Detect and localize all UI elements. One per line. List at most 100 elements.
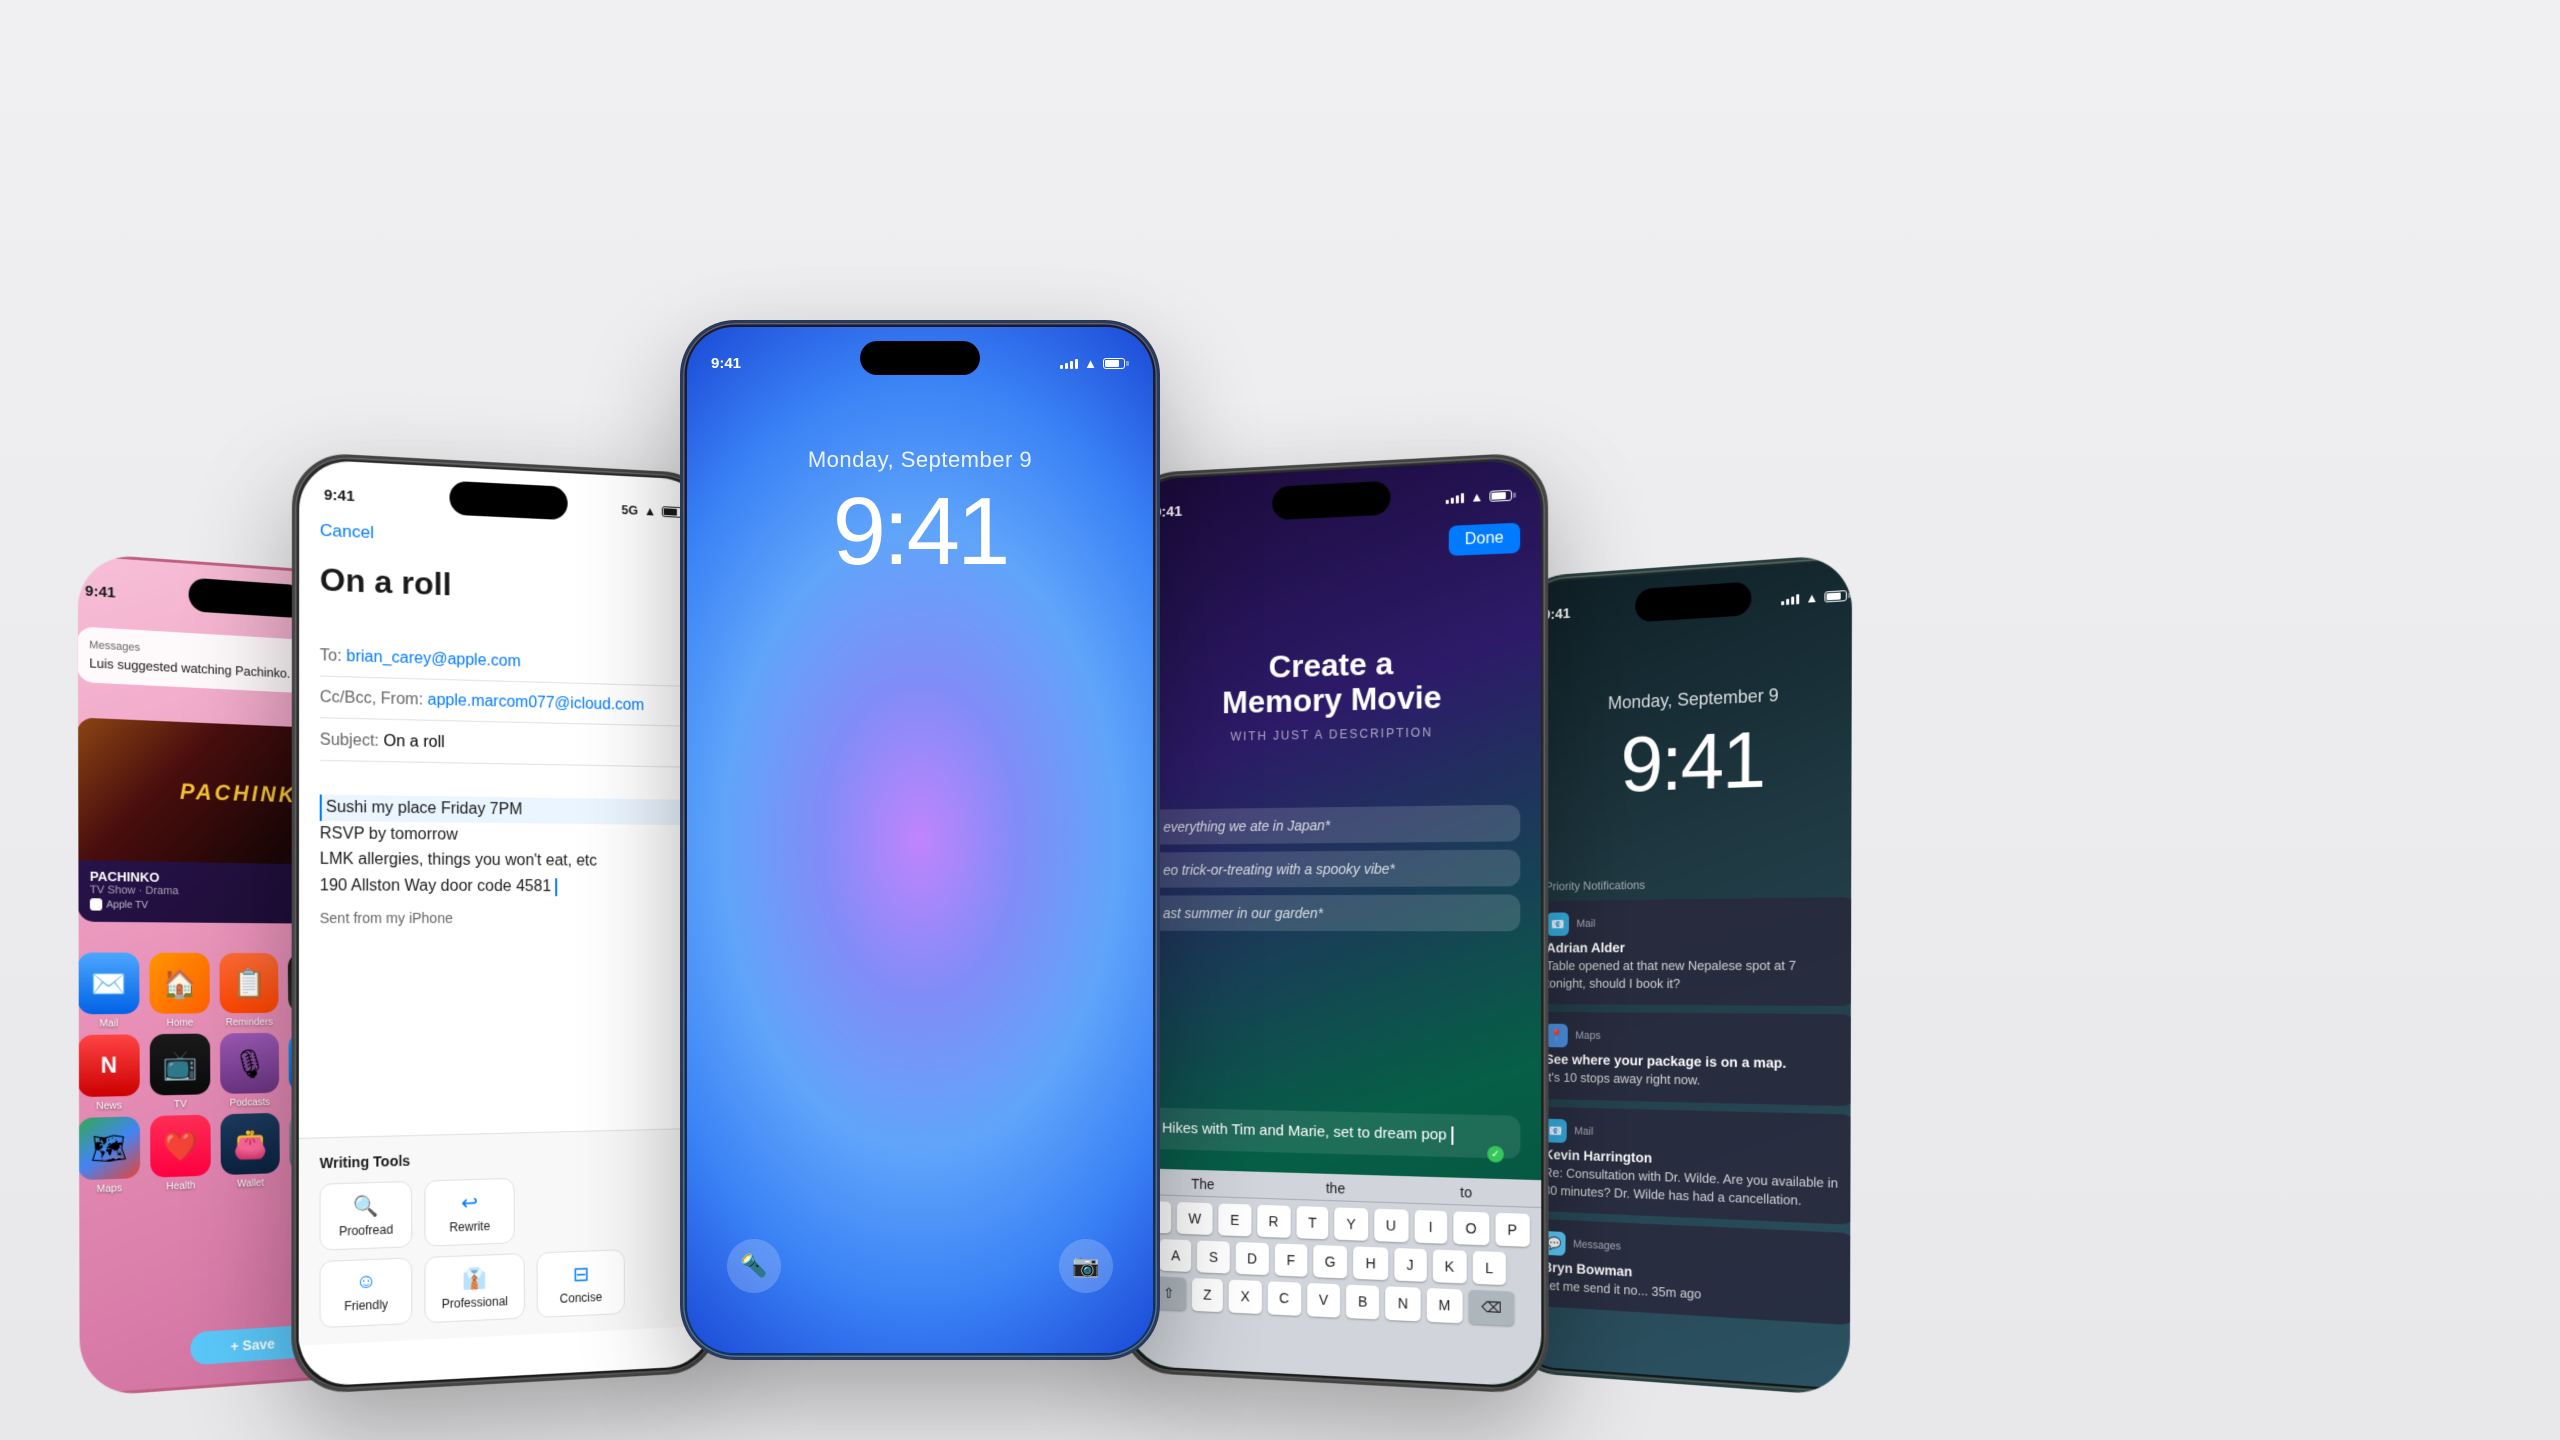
memory-movie-headline: Create aMemory Movie bbox=[1149, 642, 1520, 722]
suggestion-the[interactable]: the bbox=[1326, 1180, 1345, 1197]
battery-3 bbox=[1103, 358, 1129, 369]
key-F[interactable]: F bbox=[1275, 1243, 1307, 1276]
key-P[interactable]: P bbox=[1495, 1213, 1530, 1247]
key-J[interactable]: J bbox=[1394, 1248, 1426, 1282]
cc-label: Cc/Bcc, From: bbox=[320, 689, 428, 709]
notif-header-3: 📧 Mail bbox=[1544, 1118, 1841, 1151]
app-news[interactable]: N News bbox=[78, 1034, 140, 1112]
key-Y[interactable]: Y bbox=[1334, 1207, 1367, 1241]
key-V[interactable]: V bbox=[1307, 1283, 1340, 1318]
phone-2: 9:41 5G ▲ Cancel On a roll To: bri bbox=[291, 451, 720, 1394]
lockscreen-3: 9:41 ▲ bbox=[687, 327, 1153, 1353]
key-T[interactable]: T bbox=[1296, 1206, 1328, 1239]
suggestion-the-cap[interactable]: The bbox=[1191, 1176, 1214, 1193]
key-S[interactable]: S bbox=[1197, 1240, 1229, 1273]
dynamic-island-4 bbox=[1272, 481, 1390, 520]
app-wallet[interactable]: 👛 Wallet bbox=[220, 1113, 280, 1191]
app-maps[interactable]: 🗺 Maps bbox=[78, 1116, 140, 1196]
writing-tools-panel: Writing Tools 🔍 Proofread ↩ Rewrite ☺ Fr… bbox=[299, 1128, 714, 1346]
app-mail[interactable]: ✉️ Mail bbox=[78, 953, 140, 1030]
app-home[interactable]: 🏠 Home bbox=[149, 953, 210, 1029]
wifi-4: ▲ bbox=[1470, 489, 1483, 505]
prompt-1[interactable]: everything we ate in Japan* bbox=[1148, 805, 1520, 845]
key-C[interactable]: C bbox=[1267, 1281, 1301, 1316]
cancel-button[interactable]: Cancel bbox=[320, 521, 374, 544]
dynamic-island-2 bbox=[449, 481, 567, 520]
notif-card-2[interactable]: 📍 Maps See where your package is on a ma… bbox=[1530, 1012, 1858, 1106]
dynamic-island-3 bbox=[860, 341, 980, 375]
app-reminders[interactable]: 📋 Reminders bbox=[219, 953, 278, 1028]
status-icons-5: ▲ bbox=[1781, 587, 1851, 606]
prompt-3[interactable]: ast summer in our garden* bbox=[1148, 894, 1521, 931]
professional-label: Professional bbox=[442, 1294, 508, 1311]
to-value: brian_carey@apple.com bbox=[346, 648, 520, 670]
signal-bars-4 bbox=[1446, 491, 1464, 504]
key-W[interactable]: W bbox=[1177, 1202, 1213, 1235]
key-Z[interactable]: Z bbox=[1192, 1278, 1224, 1312]
concise-button[interactable]: ⊟ Concise bbox=[537, 1249, 625, 1318]
key-A[interactable]: A bbox=[1160, 1239, 1192, 1272]
key-H[interactable]: H bbox=[1353, 1246, 1387, 1280]
input-cursor bbox=[1451, 1126, 1453, 1144]
side-button-vol-down[interactable] bbox=[680, 538, 683, 578]
key-R[interactable]: R bbox=[1257, 1205, 1291, 1238]
app-health[interactable]: ❤️ Health bbox=[150, 1115, 211, 1194]
professional-button[interactable]: 👔 Professional bbox=[424, 1253, 525, 1323]
proofread-label: Proofread bbox=[339, 1222, 393, 1238]
side-button-power[interactable] bbox=[1157, 503, 1160, 563]
flashlight-button[interactable]: 🔦 bbox=[727, 1239, 781, 1293]
email-body-line-1: Sushi my place Friday 7PM bbox=[320, 795, 692, 825]
done-button[interactable]: Done bbox=[1448, 523, 1520, 556]
key-O[interactable]: O bbox=[1453, 1211, 1489, 1245]
status-time-2: 9:41 bbox=[324, 486, 355, 505]
notif-card-3[interactable]: 📧 Mail Kevin Harrington Re: Consultation… bbox=[1528, 1106, 1857, 1225]
app-podcasts[interactable]: 🎙 Podcasts bbox=[220, 1033, 279, 1109]
notif-sender-1: Adrian Alder bbox=[1546, 938, 1842, 955]
subject-value: On a roll bbox=[384, 733, 445, 751]
phone-4-screen: 9:41 ▲ Done bbox=[1127, 459, 1542, 1387]
side-button-vol-up[interactable] bbox=[680, 483, 683, 523]
key-L[interactable]: L bbox=[1473, 1251, 1506, 1285]
notif-card-4[interactable]: 💬 Messages Bryn Bowman Let me send it no… bbox=[1527, 1218, 1857, 1325]
lockscreen-time-5: 9:41 bbox=[1518, 709, 1875, 813]
camera-button[interactable]: 📷 bbox=[1059, 1239, 1113, 1293]
proofread-button[interactable]: 🔍 Proofread bbox=[320, 1181, 413, 1251]
key-G[interactable]: G bbox=[1313, 1245, 1348, 1279]
notif-icon-2: 📍 bbox=[1545, 1024, 1568, 1048]
checkmark-icon[interactable]: ✓ bbox=[1487, 1146, 1504, 1163]
email-subject-field[interactable]: Subject: On a roll bbox=[320, 721, 692, 767]
lockscreen-time-3: 9:41 bbox=[687, 477, 1153, 587]
key-D[interactable]: D bbox=[1235, 1242, 1268, 1275]
key-U[interactable]: U bbox=[1374, 1209, 1408, 1243]
suggestion-to[interactable]: to bbox=[1460, 1184, 1472, 1201]
key-delete[interactable]: ⌫ bbox=[1469, 1290, 1514, 1326]
battery-4 bbox=[1489, 489, 1516, 501]
notif-text-1: Table opened at that new Nepalese spot a… bbox=[1546, 957, 1842, 994]
writing-tools-title: Writing Tools bbox=[320, 1145, 694, 1172]
phone-2-screen: 9:41 5G ▲ Cancel On a roll To: bri bbox=[299, 459, 714, 1387]
app-tv[interactable]: 📺 TV bbox=[150, 1034, 211, 1111]
cc-value: apple.marcom077@icloud.com bbox=[428, 692, 645, 714]
notif-card-1[interactable]: 📧 Mail Adrian Alder Table opened at that… bbox=[1531, 897, 1859, 1006]
friendly-button[interactable]: ☺ Friendly bbox=[320, 1257, 413, 1328]
friendly-icon: ☺ bbox=[356, 1270, 377, 1295]
sent-from: Sent from my iPhone bbox=[320, 907, 693, 930]
key-E[interactable]: E bbox=[1218, 1203, 1251, 1236]
key-K[interactable]: K bbox=[1432, 1249, 1466, 1283]
rewrite-button[interactable]: ↩ Rewrite bbox=[424, 1178, 514, 1247]
prompt-2[interactable]: eo trick-or-treating with a spooky vibe* bbox=[1148, 850, 1520, 888]
notif-header-1: 📧 Mail bbox=[1546, 910, 1841, 936]
key-N[interactable]: N bbox=[1386, 1286, 1421, 1321]
key-M[interactable]: M bbox=[1426, 1288, 1463, 1323]
lockscreen-shortcuts: 🔦 📷 bbox=[687, 1239, 1153, 1293]
email-body[interactable]: Sushi my place Friday 7PM RSVP by tomorr… bbox=[320, 795, 693, 930]
status-icons-3: ▲ bbox=[1060, 356, 1129, 371]
key-X[interactable]: X bbox=[1229, 1280, 1262, 1314]
save-label: + Save bbox=[230, 1335, 274, 1354]
signal-bars-5 bbox=[1781, 592, 1799, 605]
key-I[interactable]: I bbox=[1414, 1210, 1447, 1244]
body-text-1: Sushi my place Friday 7PM bbox=[326, 799, 522, 819]
email-cc-field[interactable]: Cc/Bcc, From: apple.marcom077@icloud.com bbox=[320, 679, 691, 727]
rewrite-icon: ↩ bbox=[461, 1190, 478, 1216]
key-B[interactable]: B bbox=[1346, 1285, 1380, 1320]
